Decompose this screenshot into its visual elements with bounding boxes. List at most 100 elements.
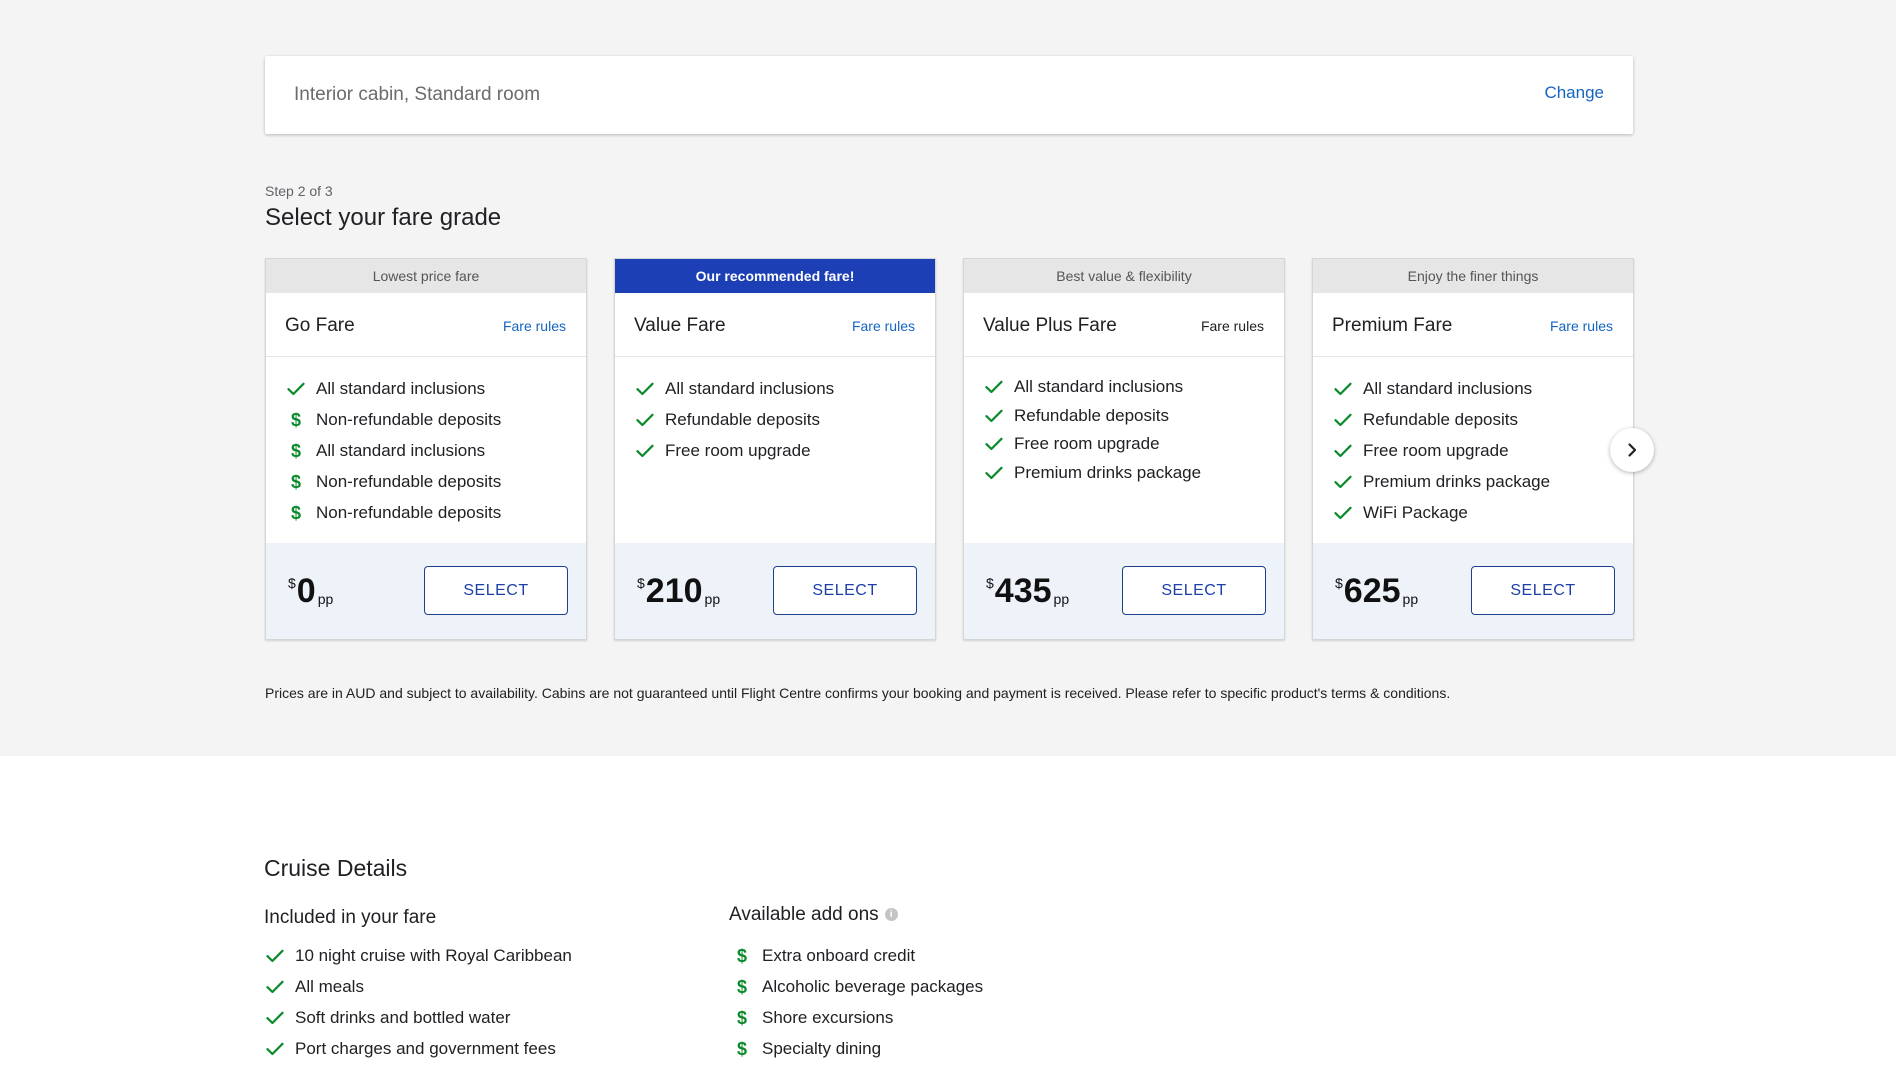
select-fare-button[interactable]: SELECT <box>1122 566 1266 615</box>
fare-banner: Our recommended fare! <box>615 259 935 293</box>
fare-name: Value Plus Fare <box>983 315 1117 336</box>
feature-label: Extra onboard credit <box>762 945 916 965</box>
feature-label: Refundable deposits <box>1014 405 1170 425</box>
addons-list: $ Extra onboard credit $ Alcoholic beverage… <box>731 940 983 1064</box>
feature-label: Free room upgrade <box>1363 440 1509 460</box>
feature-item: Premium drinks package <box>983 459 1284 488</box>
feature-item: Free room upgrade <box>983 430 1284 459</box>
fare-header: Premium Fare Fare rules <box>1313 293 1633 357</box>
fare-features: All standard inclusions Refundable deposi… <box>1313 357 1633 528</box>
fare-price: $625 pp <box>1335 571 1418 611</box>
feature-label: Specialty dining <box>762 1038 882 1058</box>
check-icon <box>1332 441 1354 461</box>
dollar-icon: $ <box>736 1038 747 1059</box>
fare-banner: Lowest price fare <box>266 259 586 293</box>
price-unit: pp <box>317 591 334 607</box>
check-icon <box>983 463 1005 483</box>
feature-item: 10 night cruise with Royal Caribbean <box>264 940 572 971</box>
fare-price-panel: $435 pp SELECT <box>964 543 1284 639</box>
feature-item: $ Shore excursions <box>731 1002 983 1033</box>
feature-item: All standard inclusions <box>1332 373 1633 404</box>
feature-label: Port charges and government fees <box>295 1038 556 1058</box>
feature-label: Non-refundable deposits <box>316 502 502 522</box>
feature-label: Shore excursions <box>762 1007 894 1027</box>
next-fares-button[interactable] <box>1610 428 1654 472</box>
select-fare-button[interactable]: SELECT <box>424 566 568 615</box>
feature-label: All standard inclusions <box>316 378 486 398</box>
feature-item: $ Extra onboard credit <box>731 940 983 971</box>
price-unit: pp <box>1402 591 1419 607</box>
feature-label: Soft drinks and bottled water <box>295 1007 511 1027</box>
fare-header: Value Plus Fare Fare rules <box>964 293 1284 357</box>
fare-header: Go Fare Fare rules <box>266 293 586 357</box>
fare-rules-link[interactable]: Fare rules <box>503 318 566 334</box>
feature-label: Free room upgrade <box>665 440 811 460</box>
feature-item: Refundable deposits <box>1332 404 1633 435</box>
check-icon <box>285 379 307 399</box>
included-title: Included in your fare <box>264 907 437 928</box>
check-icon <box>1332 472 1354 492</box>
fare-features: All standard inclusions $ Non-refundable d… <box>266 357 586 528</box>
fare-rules-link[interactable]: Fare rules <box>852 318 915 334</box>
dollar-icon: $ <box>290 440 301 461</box>
feature-label: Non-refundable deposits <box>316 471 502 491</box>
fare-name: Go Fare <box>285 315 355 336</box>
check-icon <box>264 946 286 966</box>
fare-price-panel: $625 pp SELECT <box>1313 543 1633 639</box>
feature-item: All standard inclusions <box>983 373 1284 402</box>
check-icon <box>634 410 656 430</box>
fare-price: $0 pp <box>288 571 333 611</box>
feature-item: $ Non-refundable deposits <box>285 497 586 528</box>
select-fare-button[interactable]: SELECT <box>773 566 917 615</box>
fare-card: Our recommended fare! Value Fare Fare rule… <box>614 258 936 640</box>
price-unit: pp <box>704 591 721 607</box>
check-icon <box>264 977 286 997</box>
dollar-icon: $ <box>290 409 301 430</box>
price-amount: 0 <box>296 572 316 610</box>
feature-item: Refundable deposits <box>983 402 1284 431</box>
feature-item: Refundable deposits <box>634 404 935 435</box>
included-list: 10 night cruise with Royal Caribbean All … <box>264 940 572 1064</box>
feature-item: Free room upgrade <box>1332 435 1633 466</box>
dollar-icon: $ <box>736 976 747 997</box>
fare-card: Lowest price fare Go Fare Fare rules All st… <box>265 258 587 640</box>
fare-rules-link[interactable]: Fare rules <box>1201 318 1264 334</box>
addons-title: Available add ons <box>729 904 879 925</box>
feature-item: $ Non-refundable deposits <box>285 404 586 435</box>
price-currency: $ <box>1335 575 1343 591</box>
feature-label: All meals <box>295 976 364 996</box>
cabin-summary-bar: Interior cabin, Standard room Change <box>265 56 1633 134</box>
feature-label: Premium drinks package <box>1014 462 1202 482</box>
feature-label: Free room upgrade <box>1014 434 1160 454</box>
feature-item: All standard inclusions <box>285 373 586 404</box>
price-currency: $ <box>986 575 994 591</box>
feature-label: 10 night cruise with Royal Caribbean <box>295 945 572 965</box>
feature-label: All standard inclusions <box>1014 377 1184 397</box>
check-icon <box>983 434 1005 454</box>
check-icon <box>634 441 656 461</box>
fare-price-panel: $210 pp SELECT <box>615 543 935 639</box>
price-amount: 435 <box>994 572 1052 610</box>
feature-label: All standard inclusions <box>1363 378 1533 398</box>
info-icon[interactable]: i <box>884 908 898 922</box>
fare-price: $435 pp <box>986 571 1069 611</box>
step-indicator: Step 2 of 3 <box>265 183 333 199</box>
price-currency: $ <box>288 575 296 591</box>
feature-label: All standard inclusions <box>665 378 835 398</box>
fare-features: All standard inclusions Refundable deposi… <box>964 357 1284 487</box>
dollar-icon: $ <box>290 471 301 492</box>
fare-banner: Best value & flexibility <box>964 259 1284 293</box>
check-icon <box>983 406 1005 426</box>
feature-label: Premium drinks package <box>1363 471 1551 491</box>
select-fare-button[interactable]: SELECT <box>1471 566 1615 615</box>
check-icon <box>264 1039 286 1059</box>
fare-rules-link[interactable]: Fare rules <box>1550 318 1613 334</box>
dollar-icon: $ <box>736 945 747 966</box>
fare-price: $210 pp <box>637 571 720 611</box>
feature-label: Refundable deposits <box>665 409 821 429</box>
fare-banner: Enjoy the finer things <box>1313 259 1633 293</box>
fare-card: Best value & flexibility Value Plus Fare F… <box>963 258 1285 640</box>
change-cabin-link[interactable]: Change <box>1544 83 1604 103</box>
feature-label: Non-refundable deposits <box>316 409 502 429</box>
cruise-details-title: Cruise Details <box>264 855 408 881</box>
